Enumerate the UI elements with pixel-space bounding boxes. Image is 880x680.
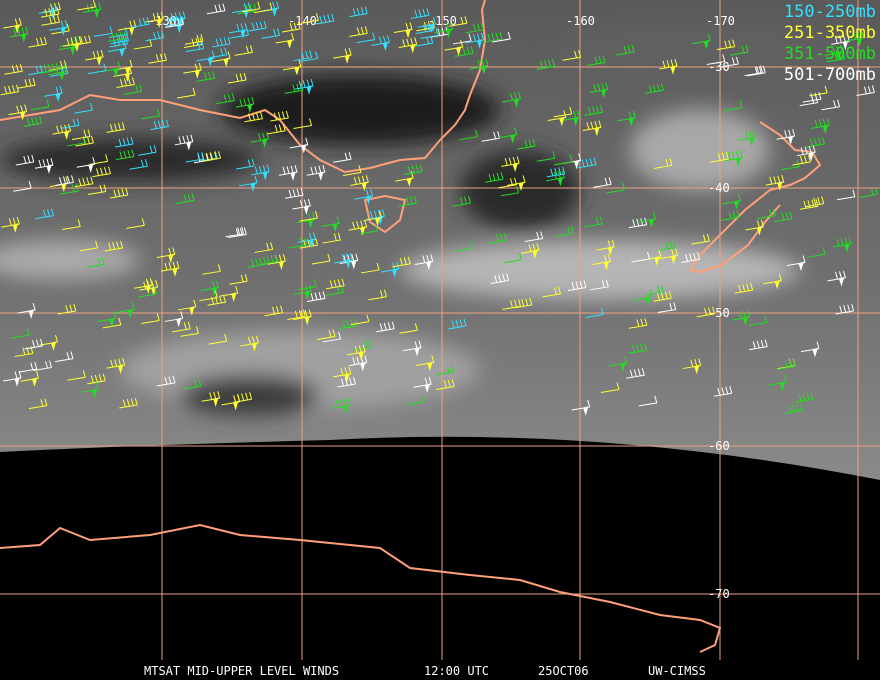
lon-label-160: -160 — [566, 14, 595, 28]
satellite-wind-map: -130 -140 -150 -160 -170 -30 -40 -50 -60… — [0, 0, 880, 660]
pressure-level-legend: 150-250mb 251-350mb 351-500mb 501-700mb — [784, 2, 876, 86]
footer-time: 12:00 UTC — [424, 664, 490, 678]
footer-source: UW-CIMSS — [648, 664, 706, 678]
lat-label-40: -40 — [708, 181, 730, 195]
lat-label-70: -70 — [708, 587, 730, 601]
lon-label-170: -170 — [706, 14, 735, 28]
antarctica-coast — [0, 523, 722, 653]
legend-item-150-250: 150-250mb — [783, 2, 876, 22]
legend-item-501-700: 501-700mb — [783, 65, 876, 85]
lat-label-50: -50 — [708, 306, 730, 320]
legend-item-251-350: 251-350mb — [783, 23, 876, 43]
footer-title: MTSAT MID-UPPER LEVEL WINDS — [144, 664, 340, 678]
lat-label-60: -60 — [708, 439, 730, 453]
footer-date: 25OCT06 — [538, 664, 589, 678]
legend-item-351-500: 351-500mb — [783, 44, 876, 64]
footer-caption: MTSAT MID-UPPER LEVEL WINDS 12:00 UTC 25… — [0, 664, 880, 680]
